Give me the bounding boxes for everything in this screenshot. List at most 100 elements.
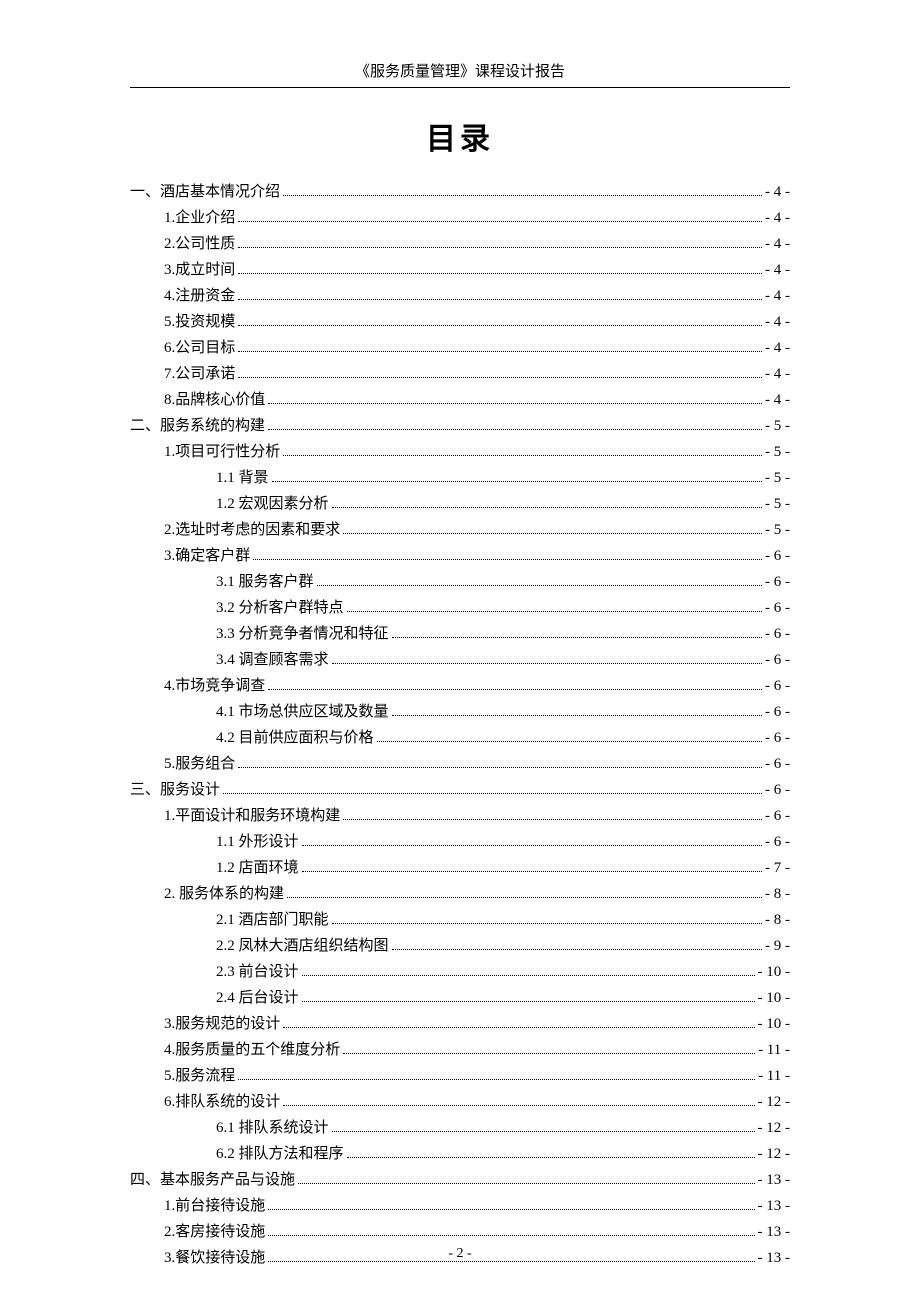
toc-entry-page: - 12 -	[758, 1147, 791, 1162]
toc-entry-label: 2.选址时考虑的因素和要求	[164, 523, 340, 538]
toc-entry-label: 4.服务质量的五个维度分析	[164, 1043, 340, 1058]
toc-entry-label: 5.服务组合	[164, 757, 235, 772]
toc-entry: 3.成立时间- 4 -	[130, 256, 790, 282]
toc-entry: 6.2 排队方法和程序 - 12 -	[130, 1140, 790, 1166]
toc-entry-page: - 4 -	[765, 341, 790, 356]
page: 《服务质量管理》课程设计报告 目录 一、酒店基本情况介绍- 4 -1.企业介绍-…	[0, 0, 920, 1310]
toc-entry-label: 2.4 后台设计	[216, 991, 299, 1006]
toc-leader	[302, 989, 755, 1002]
toc-leader	[332, 1119, 755, 1132]
toc-leader	[377, 729, 762, 742]
toc-leader	[347, 1145, 755, 1158]
toc-entry-page: - 6 -	[765, 757, 790, 772]
toc-entry-page: - 11 -	[758, 1069, 790, 1084]
toc-entry: 4.市场竞争调查 - 6 -	[130, 672, 790, 698]
toc-entry: 2.客房接待设施 - 13 -	[130, 1218, 790, 1244]
toc-entry: 2.公司性质- 4 -	[130, 230, 790, 256]
toc-entry-label: 2.客房接待设施	[164, 1225, 265, 1240]
toc-entry: 2.4 后台设计- 10 -	[130, 984, 790, 1010]
toc-entry: 1.项目可行性分析- 5 -	[130, 438, 790, 464]
toc-entry-page: - 4 -	[765, 211, 790, 226]
toc-entry-page: - 7 -	[765, 861, 790, 876]
toc-entry-label: 2.公司性质	[164, 237, 235, 252]
toc-entry-page: - 6 -	[765, 783, 790, 798]
toc-entry-page: - 5 -	[765, 471, 790, 486]
toc-leader	[332, 911, 762, 924]
toc-leader	[268, 417, 762, 430]
toc-entry-label: 4.注册资金	[164, 289, 235, 304]
toc-entry: 1.1 外形设计- 6 -	[130, 828, 790, 854]
toc-entry-page: - 6 -	[765, 731, 790, 746]
toc-entry: 1.1 背景- 5 -	[130, 464, 790, 490]
toc-entry-label: 5.投资规模	[164, 315, 235, 330]
toc-entry: 2.2 凤林大酒店组织结构图- 9 -	[130, 932, 790, 958]
toc-entry: 4.1 市场总供应区域及数量 - 6 -	[130, 698, 790, 724]
toc-entry-page: - 9 -	[765, 939, 790, 954]
toc-leader	[268, 1197, 754, 1210]
toc-entry: 2.3 前台设计 - 10 -	[130, 958, 790, 984]
toc-entry-page: - 5 -	[765, 497, 790, 512]
toc-entry-page: - 4 -	[765, 263, 790, 278]
toc-entry-page: - 6 -	[765, 549, 790, 564]
toc-leader	[332, 495, 762, 508]
toc-entry-label: 四、基本服务产品与设施	[130, 1173, 295, 1188]
toc-leader	[392, 937, 762, 950]
toc-entry-label: 4.1 市场总供应区域及数量	[216, 705, 389, 720]
toc-leader	[238, 755, 762, 768]
toc-leader	[238, 209, 762, 222]
toc-entry: 3.确定客户群 - 6 -	[130, 542, 790, 568]
toc-entry: 5.服务组合 - 6 -	[130, 750, 790, 776]
toc-entry-page: - 4 -	[765, 185, 790, 200]
toc-entry-label: 2.3 前台设计	[216, 965, 299, 980]
toc-entry: 2. 服务体系的构建- 8 -	[130, 880, 790, 906]
toc-entry-page: - 6 -	[765, 679, 790, 694]
toc-entry-page: - 6 -	[765, 705, 790, 720]
toc-entry: 6.排队系统的设计- 12 -	[130, 1088, 790, 1114]
toc-entry-page: - 13 -	[758, 1225, 791, 1240]
toc-leader	[347, 599, 762, 612]
toc-entry-label: 6.公司目标	[164, 341, 235, 356]
toc-entry-page: - 8 -	[765, 913, 790, 928]
toc-entry-label: 6.1 排队系统设计	[216, 1121, 329, 1136]
toc-entry-label: 6.2 排队方法和程序	[216, 1147, 344, 1162]
toc-leader	[298, 1171, 754, 1184]
toc-entry-label: 4.市场竞争调查	[164, 679, 265, 694]
toc-leader	[268, 677, 762, 690]
toc-entry-label: 3.1 服务客户群	[216, 575, 314, 590]
toc-entry: 1.前台接待设施- 13 -	[130, 1192, 790, 1218]
toc-entry-page: - 5 -	[765, 523, 790, 538]
toc-entry: 2.选址时考虑的因素和要求 - 5 -	[130, 516, 790, 542]
toc-entry: 6.1 排队系统设计- 12 -	[130, 1114, 790, 1140]
toc-leader	[272, 469, 762, 482]
toc-entry-label: 3.2 分析客户群特点	[216, 601, 344, 616]
toc-entry: 7.公司承诺- 4 -	[130, 360, 790, 386]
toc-entry: 3.4 调查顾客需求- 6 -	[130, 646, 790, 672]
toc-entry: 3.1 服务客户群 - 6 -	[130, 568, 790, 594]
page-footer: - 2 -	[0, 1246, 920, 1262]
toc-entry-label: 4.2 目前供应面积与价格	[216, 731, 374, 746]
toc-entry-label: 1.企业介绍	[164, 211, 235, 226]
toc-leader	[268, 1223, 754, 1236]
toc-entry-label: 3.服务规范的设计	[164, 1017, 280, 1032]
toc-entry: 4.服务质量的五个维度分析- 11 -	[130, 1036, 790, 1062]
toc-entry: 5.投资规模- 4 -	[130, 308, 790, 334]
toc-entry-page: - 5 -	[765, 419, 790, 434]
toc-entry-page: - 6 -	[765, 575, 790, 590]
toc-leader	[302, 859, 762, 872]
toc-entry-label: 1.1 外形设计	[216, 835, 299, 850]
toc-leader	[253, 547, 762, 560]
toc-entry-label: 3.确定客户群	[164, 549, 250, 564]
toc-entry-page: - 10 -	[758, 965, 791, 980]
toc-entry: 3.2 分析客户群特点- 6 -	[130, 594, 790, 620]
toc-entry-page: - 4 -	[765, 393, 790, 408]
toc-entry-page: - 10 -	[758, 1017, 791, 1032]
toc-leader	[238, 1067, 755, 1080]
toc-entry: 四、基本服务产品与设施- 13 -	[130, 1166, 790, 1192]
toc-entry: 1.2 店面环境- 7 -	[130, 854, 790, 880]
toc-entry-page: - 4 -	[765, 367, 790, 382]
toc-entry-label: 3.4 调查顾客需求	[216, 653, 329, 668]
toc-title: 目录	[130, 114, 790, 158]
toc-leader	[392, 625, 762, 638]
toc-leader	[332, 651, 762, 664]
toc-leader	[283, 443, 762, 456]
